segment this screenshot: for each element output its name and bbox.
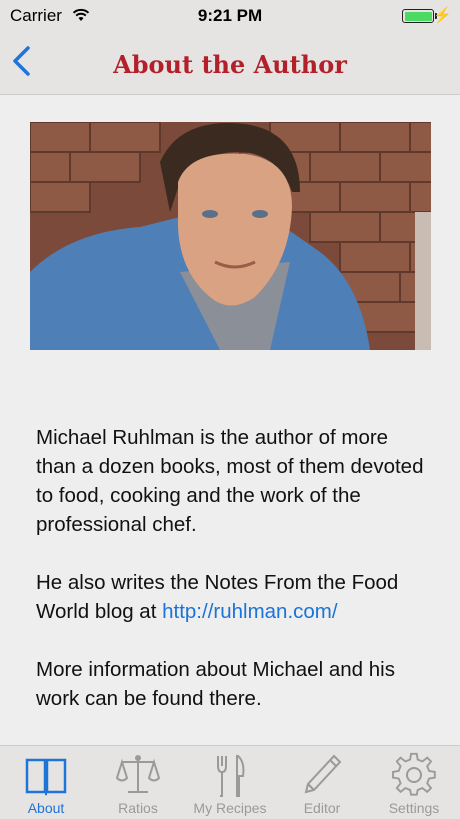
battery-icon xyxy=(402,9,434,23)
tab-label: My Recipes xyxy=(193,800,267,816)
tab-editor[interactable]: Editor xyxy=(276,746,368,819)
content-area[interactable]: Michael Ruhlman is the author of more th… xyxy=(0,95,460,745)
tab-label: Settings xyxy=(388,800,440,816)
scales-icon xyxy=(115,752,161,798)
tab-label: Ratios xyxy=(118,800,158,816)
tab-label: About xyxy=(27,800,65,816)
status-bar: Carrier 9:21 PM ⚡ xyxy=(0,0,460,32)
charging-bolt-icon: ⚡ xyxy=(433,7,452,24)
author-photo xyxy=(30,122,431,350)
blog-link[interactable]: http://ruhlman.com/ xyxy=(162,600,337,623)
tab-label: Editor xyxy=(303,800,341,816)
status-time: 9:21 PM xyxy=(197,6,263,25)
tab-ratios[interactable]: Ratios xyxy=(92,746,184,819)
tab-about[interactable]: About xyxy=(0,746,92,819)
bio-paragraph-3: More information about Michael and his w… xyxy=(36,658,395,710)
author-bio: Michael Ruhlman is the author of more th… xyxy=(36,423,426,742)
bio-paragraph-1: Michael Ruhlman is the author of more th… xyxy=(36,426,424,536)
fork-knife-icon xyxy=(208,752,252,798)
navigation-bar: About the Author xyxy=(0,32,460,95)
page-title: About the Author xyxy=(113,50,347,79)
pencil-icon xyxy=(300,752,344,798)
gear-icon xyxy=(392,752,436,798)
tab-bar: About Ratios My Recipes Editor Settings xyxy=(0,745,460,819)
tab-settings[interactable]: Settings xyxy=(368,746,460,819)
tab-my-recipes[interactable]: My Recipes xyxy=(184,746,276,819)
bio-paragraph-2: He also writes the Notes From the Food W… xyxy=(36,568,426,626)
book-icon xyxy=(24,752,68,798)
